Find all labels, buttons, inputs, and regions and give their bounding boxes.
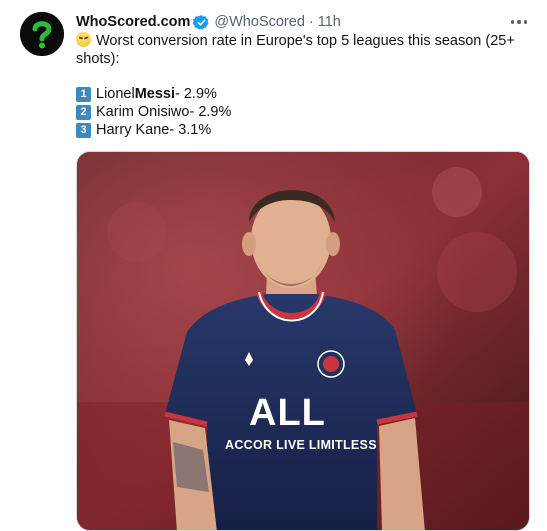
player-first: Lionel <box>96 86 135 102</box>
separator-dot: · <box>308 14 314 30</box>
player-last: Messi <box>134 86 176 102</box>
whoscored-logo-icon <box>20 12 64 56</box>
avatar[interactable] <box>20 12 64 56</box>
keycap-icon: 1 <box>76 86 91 102</box>
player-first: Harry Kane <box>96 122 170 138</box>
handle[interactable]: @WhoScored <box>214 14 304 30</box>
keycap-icon: 3 <box>76 122 91 138</box>
timestamp[interactable]: 11h <box>318 14 341 30</box>
jersey-sponsor-main: ALL <box>249 392 326 434</box>
player-value: - 3.1% <box>169 122 212 138</box>
jersey-sponsor-sub: ACCOR LIVE LIMITLESS <box>225 438 377 452</box>
persevering-face-emoji-icon <box>76 32 91 47</box>
player-first: Karim Onisiwo <box>96 104 190 120</box>
tweet[interactable]: WhoScored.com @WhoScored · 11h Worst con… <box>0 0 547 531</box>
display-name[interactable]: WhoScored.com <box>76 14 190 30</box>
keycap-icon: 2 <box>76 104 91 120</box>
tweet-media-photo[interactable]: ALL ACCOR LIVE LIMITLESS <box>76 151 530 531</box>
player-photo <box>77 152 529 530</box>
list-item: 2 Karim Onisiwo - 2.9% <box>76 103 516 121</box>
tweet-body: Worst conversion rate in Europe's top 5 … <box>76 33 515 67</box>
tweet-text: Worst conversion rate in Europe's top 5 … <box>76 32 516 139</box>
ranking-list: 1 Lionel Messi - 2.9% 2 Karim Onisiwo - … <box>76 85 516 139</box>
player-value: - 2.9% <box>175 86 217 102</box>
list-item: 1 Lionel Messi - 2.9% <box>76 85 516 103</box>
player-value: - 2.9% <box>189 104 232 120</box>
verified-badge-icon <box>193 14 210 31</box>
list-item: 3 Harry Kane - 3.1% <box>76 121 516 139</box>
more-horizontal-icon[interactable] <box>507 10 531 34</box>
tweet-header: WhoScored.com @WhoScored · 11h <box>76 12 341 32</box>
